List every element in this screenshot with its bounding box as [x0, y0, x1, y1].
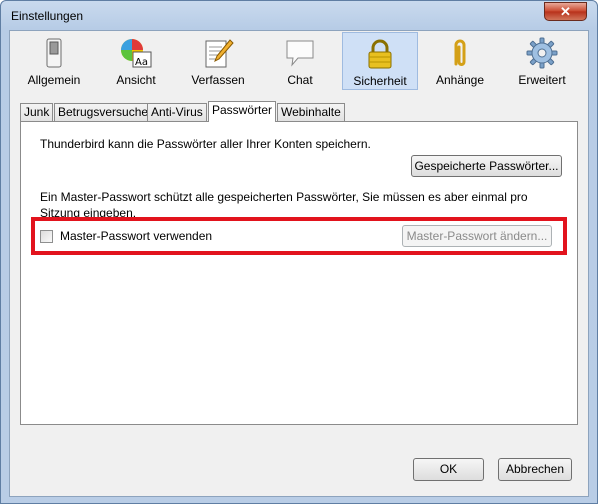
pane-allgemein[interactable]: Allgemein	[14, 32, 94, 90]
window-title: Einstellungen	[11, 9, 84, 23]
pane-label: Ansicht	[116, 73, 156, 87]
pane-verfassen[interactable]: Verfassen	[178, 32, 258, 90]
tab-junk[interactable]: Junk	[20, 103, 54, 121]
tab-passwoerter[interactable]: Passwörter	[208, 101, 277, 122]
passwords-description: Thunderbird kann die Passwörter aller Ih…	[40, 137, 371, 151]
pane-label: Allgemein	[27, 73, 81, 87]
close-icon: ✕	[560, 4, 571, 19]
passwords-panel: Thunderbird kann die Passwörter aller Ih…	[20, 121, 578, 425]
cancel-label: Abbrechen	[505, 462, 565, 476]
pane-ansicht[interactable]: Aa Ansicht	[98, 32, 174, 90]
pane-chat[interactable]: Chat	[262, 32, 338, 90]
red-highlight-box	[31, 217, 567, 255]
preferences-window: Einstellungen ✕ Allgemein Aa Ansicht Ver…	[0, 0, 598, 504]
title-bar: Einstellungen ✕	[1, 1, 597, 29]
pane-label: Anhänge	[435, 73, 485, 87]
padlock-icon	[368, 39, 392, 69]
pane-anhaenge[interactable]: Anhänge	[422, 32, 498, 90]
pane-erweitert[interactable]: Erweitert	[502, 32, 582, 90]
tab-anti-virus[interactable]: Anti-Virus	[147, 103, 207, 121]
saved-passwords-button[interactable]: Gespeicherte Passwörter...	[411, 155, 562, 177]
close-button[interactable]: ✕	[544, 2, 587, 21]
pane-label: Chat	[287, 73, 313, 87]
tab-betrugsversuche[interactable]: Betrugsversuche	[54, 103, 153, 121]
color-font-icon: Aa	[121, 39, 152, 68]
cancel-button[interactable]: Abbrechen	[498, 458, 572, 481]
dialog-content: Allgemein Aa Ansicht Verfassen Chat Sich…	[9, 30, 589, 497]
pane-label: Erweitert	[518, 73, 566, 87]
saved-passwords-label: Gespeicherte Passwörter...	[414, 159, 559, 173]
toggle-switch-icon	[46, 38, 62, 68]
ok-button[interactable]: OK	[413, 458, 484, 481]
speech-bubble-icon	[286, 40, 314, 67]
pane-label: Verfassen	[191, 73, 245, 87]
preference-pane-toolbar: Allgemein Aa Ansicht Verfassen Chat Sich…	[10, 31, 588, 91]
pane-sicherheit[interactable]: Sicherheit	[342, 32, 418, 90]
ok-label: OK	[439, 462, 458, 476]
pane-label: Sicherheit	[353, 74, 407, 88]
gear-icon	[526, 37, 558, 69]
paperclip-icon	[454, 39, 466, 66]
pencil-paper-icon	[205, 39, 234, 68]
svg-text:Aa: Aa	[135, 57, 148, 68]
tab-webinhalte[interactable]: Webinhalte	[277, 103, 345, 121]
